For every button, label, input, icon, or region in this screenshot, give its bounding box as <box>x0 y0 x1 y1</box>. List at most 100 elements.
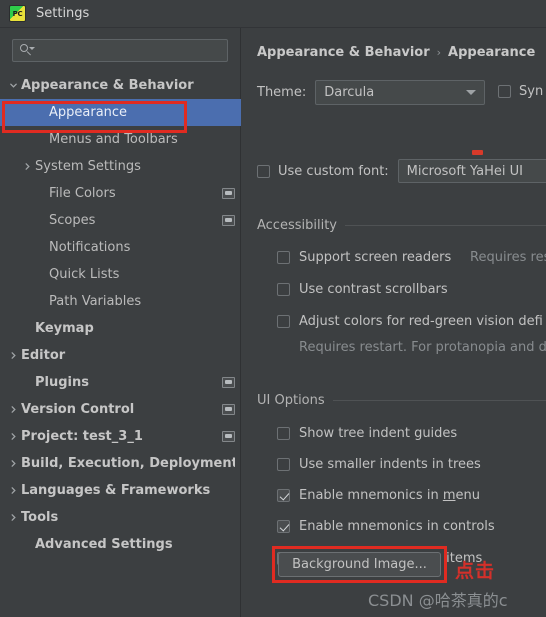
mnemonic-letter: m <box>442 488 456 503</box>
project-scope-icon <box>222 431 235 442</box>
window-titlebar: Settings <box>0 0 546 28</box>
option-show-tree-indent-guides[interactable]: Show tree indent guides <box>277 426 457 441</box>
font-field-marker-icon <box>472 150 483 155</box>
enable-mnemonics-controls-checkbox[interactable] <box>277 520 290 533</box>
sync-theme-label: Syn <box>519 84 544 99</box>
enable-mnemonics-menu-label: Enable mnemonics in menu <box>299 488 480 503</box>
chevron-down-icon[interactable] <box>6 81 21 90</box>
breadcrumb-parent[interactable]: Appearance & Behavior <box>257 45 430 60</box>
sidebar-item-plugins[interactable]: Plugins <box>0 369 241 396</box>
use-contrast-scrollbars-checkbox[interactable] <box>277 283 290 296</box>
sync-theme-row[interactable]: Syn <box>498 84 543 99</box>
sidebar-item-appearance[interactable]: Appearance <box>0 99 241 126</box>
chevron-right-icon[interactable] <box>6 351 21 360</box>
watermark: CSDN @哈茶真的c <box>368 591 508 610</box>
option-use-smaller-indents[interactable]: Use smaller indents in trees <box>277 457 481 472</box>
option-enable-mnemonics-menu[interactable]: Enable mnemonics in menu <box>277 488 480 503</box>
background-image-button[interactable]: Background Image... <box>278 552 441 577</box>
sidebar-item-file-colors[interactable]: File Colors <box>0 180 241 207</box>
custom-font-row: Use custom font: Microsoft YaHei UI <box>257 159 546 183</box>
support-screen-readers-hint: Requires res <box>470 250 546 265</box>
sidebar-item-path-variables[interactable]: Path Variables <box>0 288 241 315</box>
sidebar-item-build-execution-deployment[interactable]: Build, Execution, Deployment <box>0 450 241 477</box>
search-box[interactable] <box>12 39 228 62</box>
enable-mnemonics-menu-checkbox[interactable] <box>277 489 290 502</box>
sidebar-item-label: Version Control <box>21 402 135 417</box>
adjust-colors-label: Adjust colors for red-green vision defi <box>299 314 543 329</box>
appearance-panel: Appearance & Behavior › Appearance Theme: … <box>242 28 546 617</box>
chevron-right-icon[interactable] <box>6 486 21 495</box>
breadcrumb: Appearance & Behavior › Appearance <box>257 45 535 60</box>
settings-tree: Appearance & Behavior Appearance Menus and… <box>0 72 241 558</box>
support-screen-readers-checkbox[interactable] <box>277 251 290 264</box>
search-icon <box>20 44 35 57</box>
sidebar-item-notifications[interactable]: Notifications <box>0 234 241 261</box>
sidebar-item-quick-lists[interactable]: Quick Lists <box>0 261 241 288</box>
sidebar-search[interactable] <box>12 39 228 62</box>
sidebar-item-label: Project: test_3_1 <box>21 429 143 444</box>
sidebar-item-languages-frameworks[interactable]: Languages & Frameworks <box>0 477 241 504</box>
ui-options-section-header: UI Options <box>257 393 546 408</box>
breadcrumb-separator-icon: › <box>436 46 442 59</box>
use-contrast-scrollbars-label: Use contrast scrollbars <box>299 282 448 297</box>
sidebar-item-editor[interactable]: Editor <box>0 342 241 369</box>
chevron-right-icon[interactable] <box>6 405 21 414</box>
search-input[interactable] <box>33 42 227 59</box>
sidebar-item-menus-and-toolbars[interactable]: Menus and Toolbars <box>0 126 241 153</box>
chevron-right-icon[interactable] <box>6 459 21 468</box>
sidebar-item-advanced-settings[interactable]: Advanced Settings <box>0 531 241 558</box>
sidebar-item-label: Languages & Frameworks <box>21 483 211 498</box>
sidebar-item-version-control[interactable]: Version Control <box>0 396 241 423</box>
sidebar-item-scopes[interactable]: Scopes <box>0 207 241 234</box>
option-enable-mnemonics-controls[interactable]: Enable mnemonics in controls <box>277 519 495 534</box>
sidebar-item-label: Keymap <box>35 321 94 336</box>
ui-options-section-title: UI Options <box>257 393 325 408</box>
chevron-right-icon[interactable] <box>20 162 35 171</box>
label-post: enu <box>455 488 480 503</box>
adjust-colors-note: Requires restart. For protanopia and d <box>299 340 546 355</box>
sidebar-item-appearance-behavior[interactable]: Appearance & Behavior <box>0 72 241 99</box>
custom-font-value[interactable]: Microsoft YaHei UI <box>397 159 546 183</box>
show-tree-indent-guides-checkbox[interactable] <box>277 427 290 440</box>
option-use-contrast-scrollbars[interactable]: Use contrast scrollbars <box>277 282 448 297</box>
chevron-down-icon <box>466 90 477 95</box>
option-adjust-colors-red-green[interactable]: Adjust colors for red-green vision defi <box>277 314 543 329</box>
sidebar-item-label: Advanced Settings <box>35 537 173 552</box>
project-scope-icon <box>222 188 235 199</box>
adjust-colors-checkbox[interactable] <box>277 315 290 328</box>
project-scope-icon <box>222 377 235 388</box>
sidebar-item-label: Tools <box>21 510 59 525</box>
theme-row: Theme: Darcula <box>257 80 486 105</box>
accessibility-section-title: Accessibility <box>257 218 337 233</box>
sidebar-item-label: Notifications <box>49 240 131 255</box>
window-title: Settings <box>36 6 90 21</box>
use-smaller-indents-checkbox[interactable] <box>277 458 290 471</box>
sidebar-item-label: Quick Lists <box>49 267 120 282</box>
project-scope-icon <box>222 215 235 226</box>
chevron-right-icon[interactable] <box>6 513 21 522</box>
option-support-screen-readers[interactable]: Support screen readers <box>277 250 451 265</box>
section-divider <box>345 225 546 226</box>
accessibility-section-header: Accessibility <box>257 218 546 233</box>
chevron-right-icon[interactable] <box>6 432 21 441</box>
show-tree-indent-guides-label: Show tree indent guides <box>299 426 458 441</box>
enable-mnemonics-controls-label: Enable mnemonics in controls <box>299 519 495 534</box>
sidebar-item-project-test-3-1[interactable]: Project: test_3_1 <box>0 423 241 450</box>
settings-window: Settings Appearance & BehaviorAppearance… <box>0 0 546 617</box>
sidebar-item-tools[interactable]: Tools <box>0 504 241 531</box>
support-screen-readers-label: Support screen readers <box>299 250 452 265</box>
use-custom-font-checkbox[interactable] <box>257 164 270 178</box>
sidebar-item-label: System Settings <box>35 159 141 174</box>
sidebar-item-keymap[interactable]: Keymap <box>0 315 241 342</box>
theme-label: Theme: <box>257 85 307 100</box>
section-divider <box>332 400 546 401</box>
sidebar-item-system-settings[interactable]: System Settings <box>0 153 241 180</box>
sidebar-item-label: Menus and Toolbars <box>49 132 178 147</box>
use-custom-font-label: Use custom font: <box>278 163 389 179</box>
sync-theme-checkbox[interactable] <box>498 85 511 98</box>
sidebar-item-label: Plugins <box>35 375 89 390</box>
use-smaller-indents-label: Use smaller indents in trees <box>299 457 481 472</box>
sidebar-item-label: Scopes <box>49 213 96 228</box>
sidebar-item-label: File Colors <box>49 186 116 201</box>
theme-select[interactable]: Darcula <box>315 80 486 105</box>
